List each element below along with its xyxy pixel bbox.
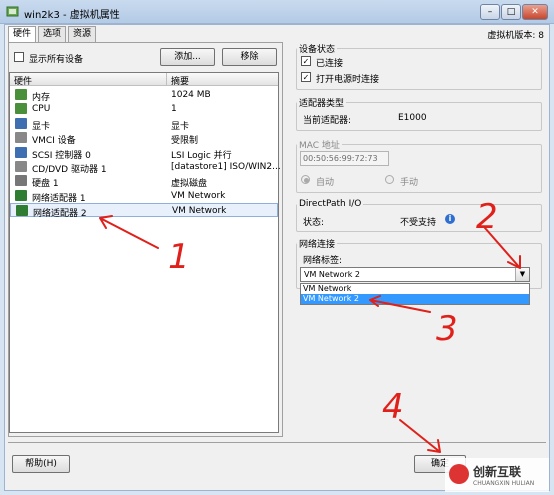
help-button[interactable]: 帮助(H): [12, 455, 70, 473]
directpath-status-value: 不受支持: [400, 218, 437, 228]
auto-radio-label: 自动: [316, 178, 335, 188]
mac-address-field[interactable]: 00:50:56:99:72:73: [300, 151, 389, 166]
network-label-caption: 网络标签:: [303, 256, 343, 266]
vm-version: 虚拟机版本: 8: [487, 31, 544, 41]
hardware-summary: VM Network: [172, 206, 227, 217]
auto-radio[interactable]: [301, 175, 310, 184]
hardware-summary: 显卡: [171, 121, 190, 132]
tab-options[interactable]: 选项: [38, 26, 67, 42]
tab-hardware[interactable]: 硬件: [8, 26, 37, 42]
network-connection-legend: 网络连接: [297, 237, 338, 250]
hardware-name: SCSI 控制器 0: [32, 150, 91, 161]
hardware-name: 网络适配器 1: [32, 193, 86, 204]
hardware-name: 显卡: [32, 121, 51, 132]
hardware-summary: 1: [171, 104, 177, 115]
network-icon: [15, 189, 27, 201]
chevron-down-icon[interactable]: ▼: [515, 268, 529, 281]
network-icon: [16, 205, 28, 217]
hardware-summary: 受限制: [171, 136, 199, 147]
tab-resources[interactable]: 资源: [68, 26, 97, 42]
manual-radio-label: 手动: [400, 178, 419, 188]
hardware-summary: 虚拟磁盘: [171, 179, 208, 190]
table-row[interactable]: 硬盘 1 虚拟磁盘: [10, 174, 278, 190]
hardware-name: CD/DVD 驱动器 1: [32, 165, 107, 175]
directpath-legend: DirectPath I/O: [297, 199, 364, 209]
scsi-icon: [15, 146, 27, 158]
table-row[interactable]: CPU 1: [10, 102, 278, 116]
table-row[interactable]: VMCI 设备 受限制: [10, 131, 278, 147]
connect-at-power-on-checkbox[interactable]: ✓: [301, 72, 311, 82]
minimize-button[interactable]: –: [480, 4, 500, 20]
device-status-legend: 设备状态: [297, 42, 338, 55]
directpath-status-label: 状态:: [303, 218, 325, 228]
mac-address-legend: MAC 地址: [297, 138, 342, 151]
network-label-dropdown[interactable]: VM Network 2 ▼: [300, 267, 530, 282]
connect-at-power-on-label: 打开电源时连接: [316, 75, 380, 85]
hardware-summary: VM Network: [171, 190, 226, 201]
hardware-summary: [datastore1] ISO/WIN2...: [171, 162, 281, 172]
vm-icon: [6, 5, 19, 18]
hardware-summary: LSI Logic 并行: [171, 150, 232, 161]
hardware-name: 网络适配器 2: [33, 209, 87, 220]
remove-button[interactable]: 移除: [222, 48, 277, 66]
table-row[interactable]: CD/DVD 驱动器 1 [datastore1] ISO/WIN2...: [10, 160, 281, 175]
adapter-type-legend: 适配器类型: [297, 96, 347, 109]
current-adapter-label: 当前适配器:: [303, 116, 352, 126]
memory-icon: [15, 89, 27, 100]
table-row[interactable]: 显卡 显卡: [10, 117, 278, 132]
connected-label: 已连接: [316, 59, 344, 69]
manual-radio[interactable]: [385, 175, 394, 184]
close-button[interactable]: ✕: [522, 4, 548, 20]
table-row[interactable]: 内存 1024 MB: [10, 88, 278, 103]
table-row[interactable]: SCSI 控制器 0 LSI Logic 并行: [10, 146, 278, 161]
watermark: 创新互联 CHUANGXIN HULIAN: [445, 458, 549, 492]
cd-icon: [15, 161, 27, 172]
hardware-name: VMCI 设备: [32, 136, 76, 147]
table-row[interactable]: 网络适配器 1 VM Network: [10, 189, 278, 204]
hardware-name: 内存: [32, 93, 51, 103]
hardware-name: CPU: [32, 104, 51, 115]
watermark-text: 创新互联: [473, 465, 522, 479]
table-header: [10, 73, 278, 86]
network-option-selected[interactable]: VM Network 2: [301, 294, 529, 304]
display-icon: [15, 117, 27, 129]
show-all-devices-checkbox[interactable]: [14, 52, 24, 62]
info-icon[interactable]: i: [445, 214, 455, 224]
column-summary[interactable]: 摘要: [171, 74, 189, 87]
current-adapter-value: E1000: [398, 113, 427, 123]
maximize-button[interactable]: □: [501, 4, 521, 20]
show-all-devices-label: 显示所有设备: [29, 55, 84, 65]
vmci-icon: [15, 132, 27, 144]
cpu-icon: [15, 103, 27, 115]
hardware-summary: 1024 MB: [171, 90, 211, 100]
add-button[interactable]: 添加...: [160, 48, 215, 66]
watermark-subtext: CHUANGXIN HULIAN: [473, 480, 535, 487]
network-label-selected: VM Network 2: [304, 270, 360, 279]
table-row[interactable]: 网络适配器 2 VM Network: [10, 203, 278, 220]
hardware-name: 硬盘 1: [32, 179, 59, 190]
watermark-logo-icon: [449, 464, 469, 484]
footer-separator: [8, 442, 546, 443]
network-option[interactable]: VM Network: [301, 284, 529, 294]
connected-checkbox[interactable]: ✓: [301, 56, 311, 66]
disk-icon: [15, 175, 27, 187]
window-title: win2k3 - 虚拟机属性: [24, 10, 120, 21]
column-divider: [166, 73, 167, 86]
column-hardware[interactable]: 硬件: [14, 74, 32, 87]
